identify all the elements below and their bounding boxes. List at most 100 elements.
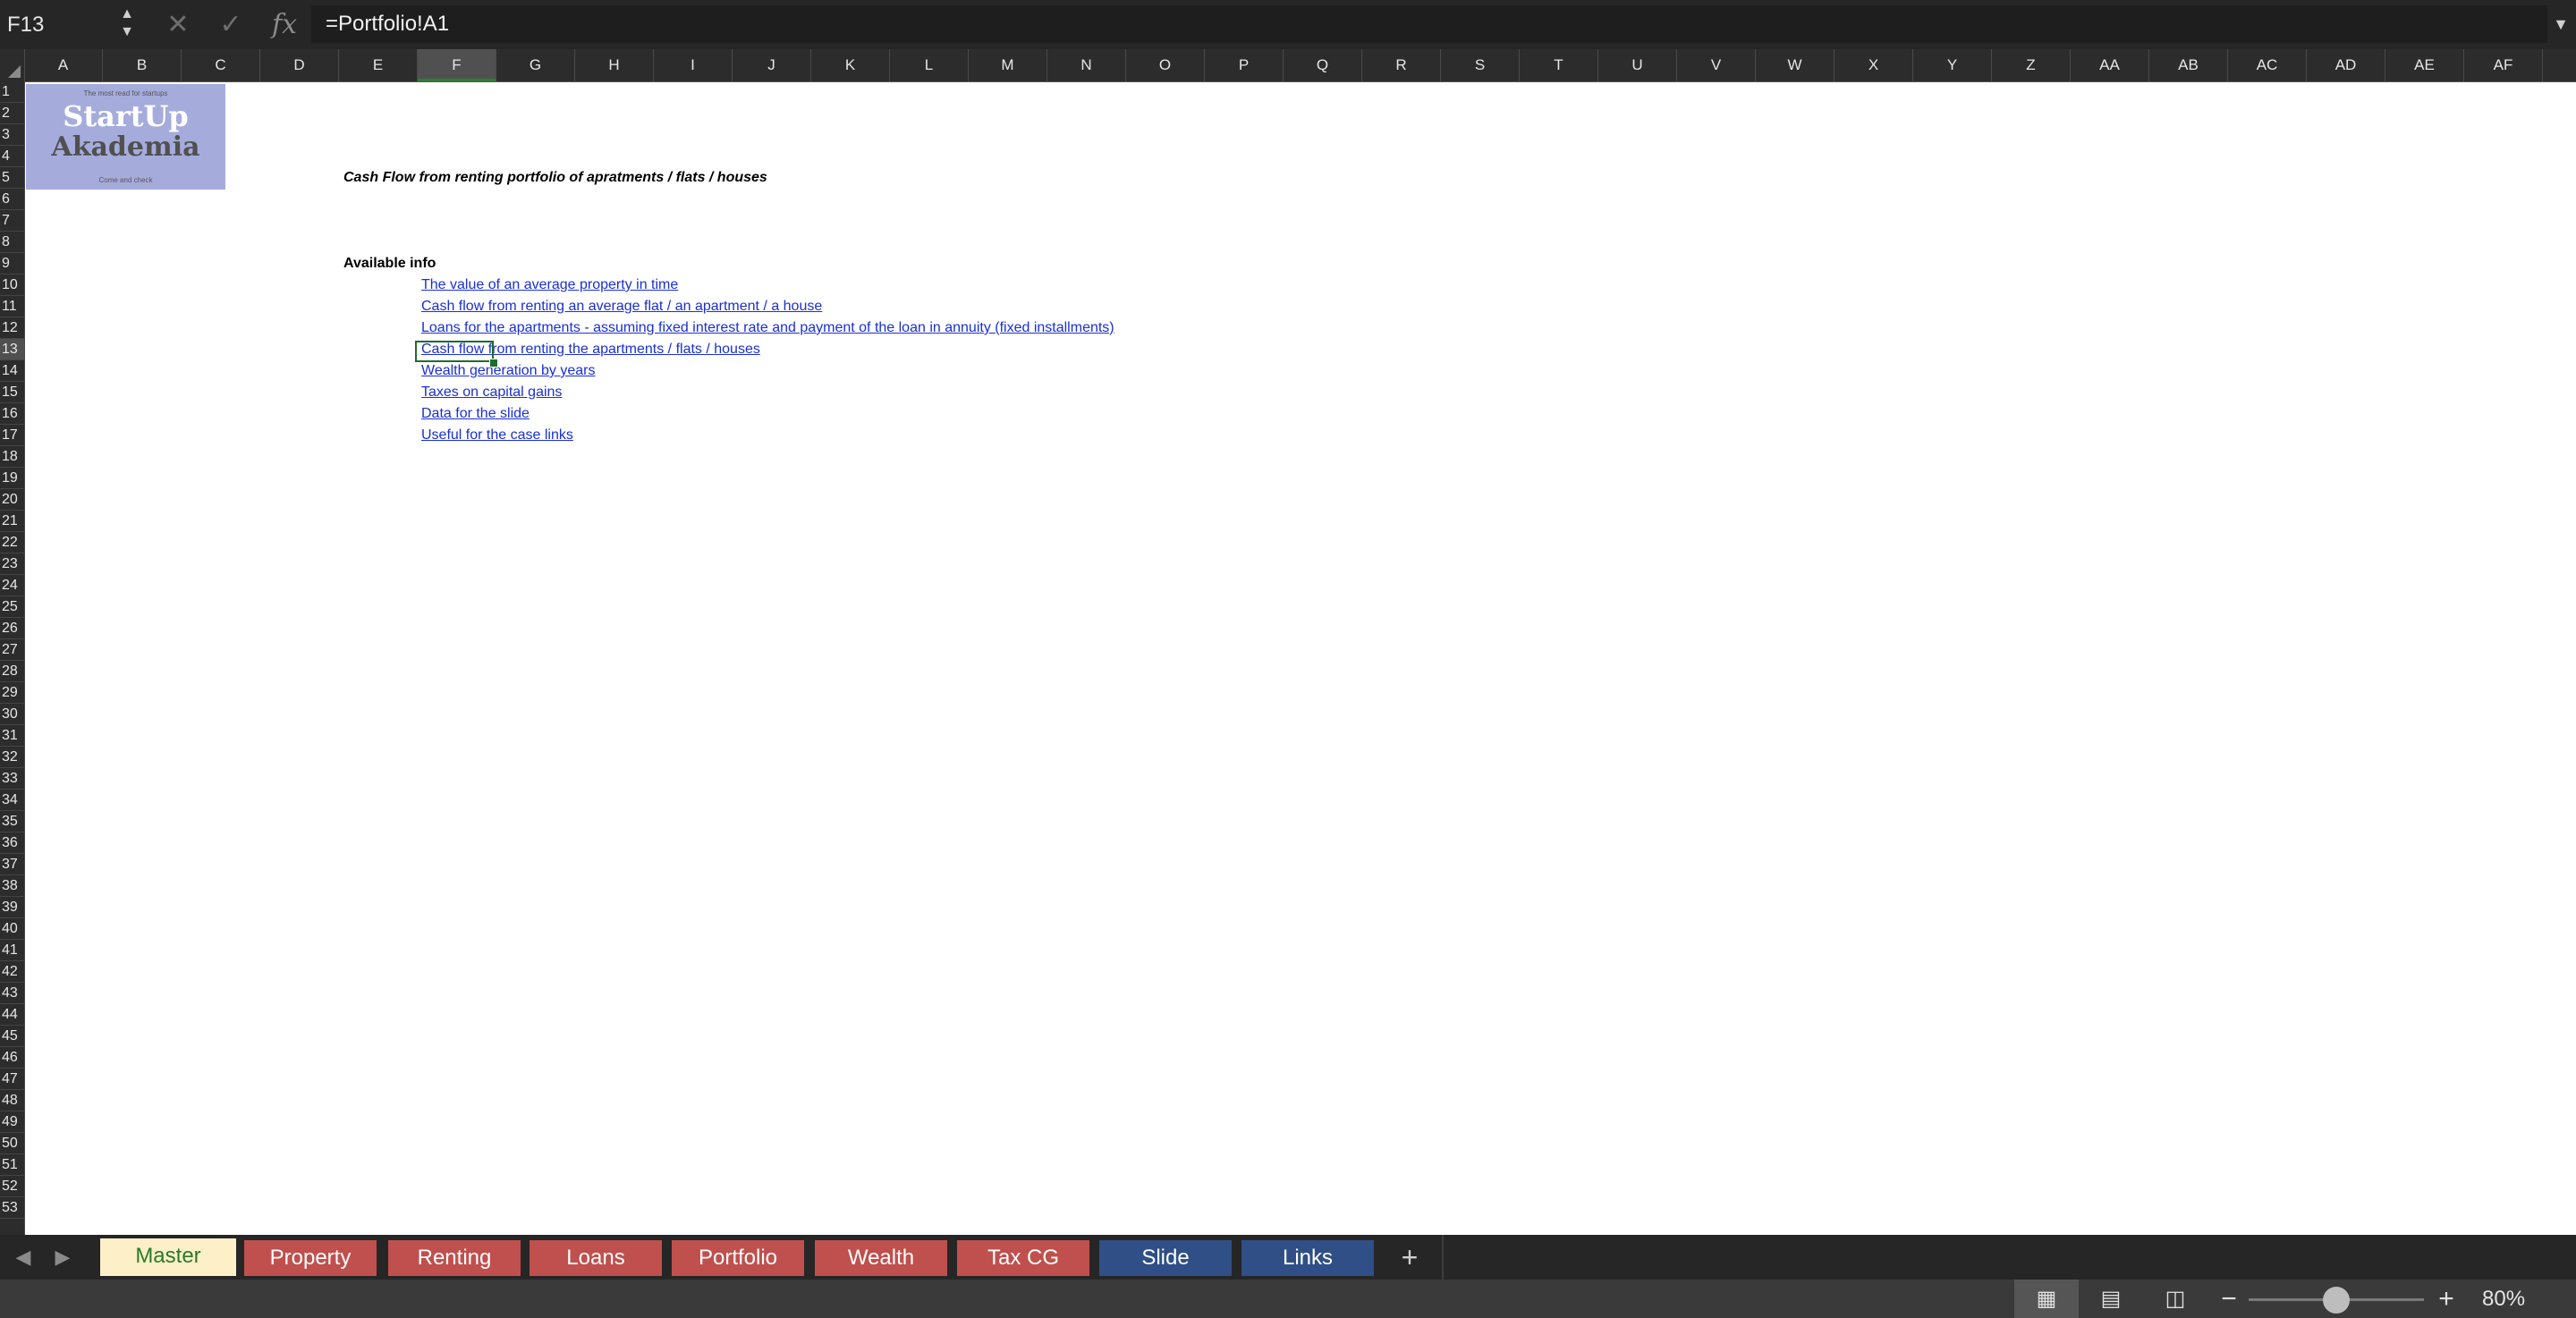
row-header-47[interactable]: 47: [0, 1069, 24, 1090]
row-header-22[interactable]: 22: [0, 532, 24, 553]
row-header-33[interactable]: 33: [0, 768, 24, 790]
link-taxes[interactable]: Taxes on capital gains: [421, 382, 562, 403]
row-header-42[interactable]: 42: [0, 961, 24, 983]
column-header-aa[interactable]: AA: [2071, 49, 2149, 81]
row-header-26[interactable]: 26: [0, 618, 24, 639]
row-header-44[interactable]: 44: [0, 1004, 24, 1026]
zoom-in-icon[interactable]: +: [2433, 1280, 2460, 1318]
link-renting-cash-flow[interactable]: Cash flow from renting an average flat /…: [421, 296, 822, 317]
tab-property[interactable]: Property: [244, 1240, 377, 1276]
row-header-10[interactable]: 10: [0, 275, 24, 296]
fx-icon[interactable]: fx: [267, 0, 302, 49]
column-header-p[interactable]: P: [1205, 49, 1284, 81]
page-break-view-icon[interactable]: ◫: [2143, 1280, 2207, 1318]
column-header-k[interactable]: K: [811, 49, 890, 81]
column-header-q[interactable]: Q: [1284, 49, 1362, 81]
row-header-14[interactable]: 14: [0, 360, 24, 382]
row-header-53[interactable]: 53: [0, 1197, 24, 1219]
column-header-a[interactable]: A: [24, 49, 103, 81]
tab-slide[interactable]: Slide: [1099, 1240, 1232, 1276]
column-header-i[interactable]: I: [654, 49, 733, 81]
row-header-24[interactable]: 24: [0, 575, 24, 596]
row-header-36[interactable]: 36: [0, 832, 24, 854]
row-header-9[interactable]: 9: [0, 253, 24, 275]
row-header-31[interactable]: 31: [0, 725, 24, 747]
row-header-2[interactable]: 2: [0, 103, 24, 124]
row-header-49[interactable]: 49: [0, 1111, 24, 1133]
link-wealth[interactable]: Wealth generation by years: [421, 360, 595, 382]
zoom-level[interactable]: 80%: [2482, 1280, 2525, 1318]
row-header-25[interactable]: 25: [0, 596, 24, 618]
column-header-u[interactable]: U: [1598, 49, 1677, 81]
column-header-j[interactable]: J: [733, 49, 811, 81]
name-box-stepper[interactable]: ▲ ▼: [118, 5, 136, 43]
row-header-3[interactable]: 3: [0, 124, 24, 146]
row-header-5[interactable]: 5: [0, 167, 24, 189]
cancel-icon[interactable]: ✕: [160, 0, 196, 49]
row-header-38[interactable]: 38: [0, 875, 24, 897]
column-header-e[interactable]: E: [339, 49, 418, 81]
tab-wealth[interactable]: Wealth: [815, 1240, 947, 1276]
tab-loans[interactable]: Loans: [530, 1240, 662, 1276]
zoom-slider-thumb[interactable]: [2323, 1287, 2350, 1314]
row-header-48[interactable]: 48: [0, 1090, 24, 1111]
row-header-21[interactable]: 21: [0, 511, 24, 532]
row-header-27[interactable]: 27: [0, 639, 24, 661]
column-header-g[interactable]: G: [496, 49, 575, 81]
column-header-o[interactable]: O: [1126, 49, 1205, 81]
row-header-28[interactable]: 28: [0, 661, 24, 682]
column-header-s[interactable]: S: [1441, 49, 1520, 81]
tab-master[interactable]: Master: [100, 1238, 236, 1276]
down-arrow-icon[interactable]: ▼: [118, 23, 136, 41]
column-header-ac[interactable]: AC: [2228, 49, 2307, 81]
column-header-af[interactable]: AF: [2464, 49, 2543, 81]
column-header-r[interactable]: R: [1362, 49, 1441, 81]
zoom-out-icon[interactable]: −: [2216, 1280, 2242, 1318]
prev-sheet-icon[interactable]: ◀: [5, 1235, 41, 1280]
add-sheet-icon[interactable]: +: [1377, 1235, 1444, 1280]
confirm-icon[interactable]: ✓: [213, 0, 249, 49]
column-header-d[interactable]: D: [260, 49, 339, 81]
row-header-51[interactable]: 51: [0, 1154, 24, 1176]
formula-input[interactable]: =Portfolio!A1: [311, 5, 2547, 43]
column-header-h[interactable]: H: [575, 49, 654, 81]
row-header-1[interactable]: 1: [0, 81, 24, 103]
column-header-f[interactable]: F: [418, 49, 496, 81]
row-header-18[interactable]: 18: [0, 446, 24, 468]
row-header-37[interactable]: 37: [0, 854, 24, 875]
column-header-n[interactable]: N: [1047, 49, 1126, 81]
row-header-30[interactable]: 30: [0, 704, 24, 725]
select-all-button[interactable]: [0, 49, 25, 81]
row-header-13[interactable]: 13: [0, 339, 24, 360]
row-header-35[interactable]: 35: [0, 811, 24, 832]
link-useful-links[interactable]: Useful for the case links: [421, 425, 573, 446]
cell-area[interactable]: The most read for startups StartUp Akade…: [24, 81, 2576, 1235]
link-loans[interactable]: Loans for the apartments - assuming fixe…: [421, 317, 1114, 339]
tab-renting[interactable]: Renting: [388, 1240, 521, 1276]
row-header-32[interactable]: 32: [0, 747, 24, 768]
up-arrow-icon[interactable]: ▲: [118, 5, 136, 23]
row-header-23[interactable]: 23: [0, 553, 24, 575]
column-header-v[interactable]: V: [1677, 49, 1756, 81]
column-header-x[interactable]: X: [1835, 49, 1913, 81]
row-header-34[interactable]: 34: [0, 790, 24, 811]
column-header-m[interactable]: M: [969, 49, 1047, 81]
column-header-ad[interactable]: AD: [2307, 49, 2385, 81]
row-header-29[interactable]: 29: [0, 682, 24, 704]
row-header-15[interactable]: 15: [0, 382, 24, 403]
column-header-c[interactable]: C: [182, 49, 260, 81]
row-header-40[interactable]: 40: [0, 918, 24, 940]
row-header-4[interactable]: 4: [0, 146, 24, 167]
link-property-value[interactable]: The value of an average property in time: [421, 275, 678, 296]
row-header-41[interactable]: 41: [0, 940, 24, 961]
row-header-39[interactable]: 39: [0, 897, 24, 918]
column-header-t[interactable]: T: [1520, 49, 1598, 81]
next-sheet-icon[interactable]: ▶: [45, 1235, 80, 1280]
row-header-19[interactable]: 19: [0, 468, 24, 489]
row-header-12[interactable]: 12: [0, 317, 24, 339]
tab-links[interactable]: Links: [1241, 1240, 1374, 1276]
column-header-ab[interactable]: AB: [2149, 49, 2228, 81]
row-header-8[interactable]: 8: [0, 232, 24, 253]
row-header-45[interactable]: 45: [0, 1026, 24, 1047]
row-header-20[interactable]: 20: [0, 489, 24, 511]
